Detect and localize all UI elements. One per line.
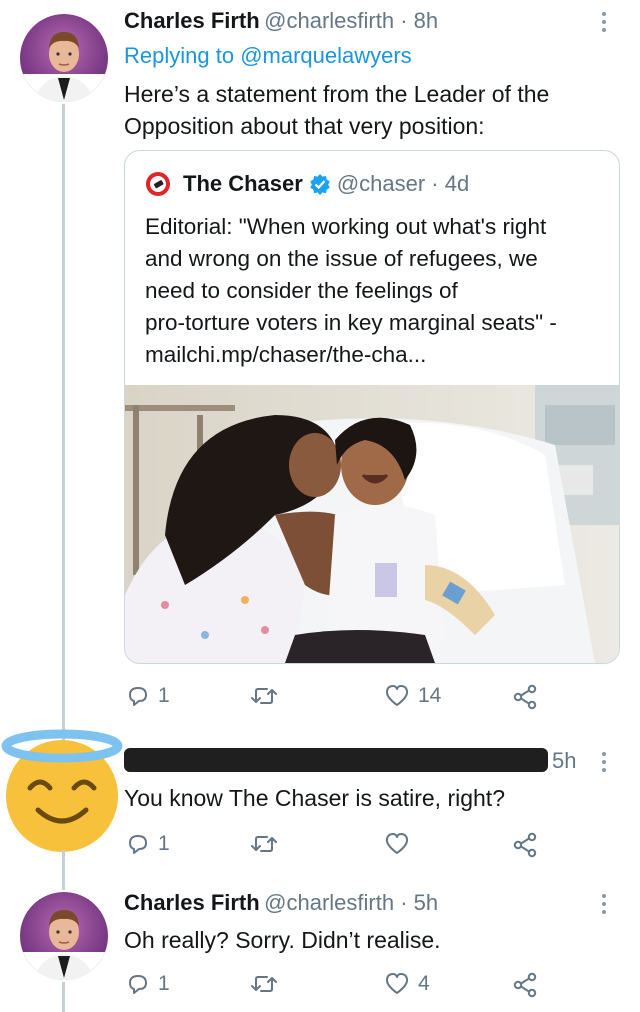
quote-handle-time: @chaser · 4d: [336, 171, 470, 196]
reply-count: 1: [158, 972, 170, 995]
display-name[interactable]: Charles Firth: [124, 8, 260, 33]
quoted-tweet-card[interactable]: The Chaser @chaser · 4d Editorial: "When…: [124, 150, 620, 664]
share-icon: [513, 684, 537, 710]
like-button[interactable]: 14: [384, 684, 441, 708]
like-button[interactable]: 4: [384, 972, 430, 996]
retweet-icon: [251, 976, 277, 992]
reply-icon: [129, 975, 147, 994]
person-portrait-icon: [20, 910, 108, 980]
avatar-charles-firth[interactable]: [20, 14, 108, 102]
replying-to: Replying to @marquelawyers: [124, 43, 412, 69]
retweet-icon: [251, 688, 277, 704]
replying-handle-link[interactable]: @marquelawyers: [240, 43, 412, 68]
tweet3-text: Oh really? Sorry. Didn’t realise.: [124, 927, 441, 953]
share-button[interactable]: [512, 832, 538, 858]
tweet1-header: Charles Firth @charlesfirth · 8h: [124, 8, 438, 34]
heart-icon: [385, 685, 409, 706]
quote-photo[interactable]: [125, 385, 619, 663]
heart-icon: [385, 973, 409, 994]
like-count: 4: [418, 972, 430, 995]
thread-connector-line: [62, 850, 65, 890]
halo-emoji-avatar[interactable]: [0, 728, 124, 857]
quote-text-line: pro-torture voters in key marginal seats…: [145, 310, 557, 335]
share-icon: [513, 832, 537, 858]
share-button[interactable]: [512, 684, 538, 710]
display-name[interactable]: Charles Firth: [124, 890, 260, 915]
reply-button[interactable]: 1: [126, 832, 170, 856]
tweet3-header: Charles Firth @charlesfirth · 5h: [124, 890, 438, 916]
retweet-button[interactable]: [250, 972, 278, 996]
more-icon[interactable]: [602, 12, 606, 32]
halo-emoji-icon: [1, 729, 123, 852]
like-count: 14: [418, 684, 442, 707]
heart-icon: [385, 833, 409, 854]
tweet1-text-line: Here’s a statement from the Leader of th…: [124, 81, 550, 107]
thread-connector-line: [62, 982, 65, 1012]
tweet2-time: 5h: [552, 748, 577, 773]
quote-text-line: Editorial: "When working out what's righ…: [145, 214, 547, 239]
tweet1-text-line: Opposition about that very position:: [124, 113, 485, 139]
more-icon[interactable]: [602, 894, 606, 914]
redacted-username: [124, 748, 548, 772]
chaser-logo-icon: [145, 171, 171, 202]
avatar-charles-firth[interactable]: [20, 892, 108, 980]
retweet-button[interactable]: [250, 684, 286, 708]
retweet-icon: [251, 836, 277, 852]
quote-header: The Chaser @chaser · 4d: [183, 171, 469, 197]
like-button[interactable]: [384, 832, 418, 856]
quote-text-line: and wrong on the issue of refugees, we: [145, 246, 538, 271]
reply-count: 1: [158, 832, 170, 855]
quote-text: Editorial: "When working out what's righ…: [145, 211, 605, 371]
quote-display-name: The Chaser: [183, 171, 303, 196]
retweet-button[interactable]: [250, 832, 278, 856]
handle-time: @charlesfirth · 8h: [264, 8, 439, 33]
tweet2-text: You know The Chaser is satire, right?: [124, 785, 505, 811]
more-icon[interactable]: [602, 752, 606, 772]
handle-time: @charlesfirth · 5h: [264, 890, 439, 915]
person-portrait-icon: [20, 32, 108, 102]
thread-connector-line: [62, 104, 65, 744]
replying-prefix: Replying to: [124, 43, 241, 68]
share-button[interactable]: [512, 972, 538, 998]
quote-link[interactable]: mailchi.mp/chaser/the-cha...: [145, 339, 605, 371]
reply-icon: [129, 835, 147, 854]
share-icon: [513, 972, 537, 998]
reply-icon: [129, 687, 147, 706]
reply-count: 1: [158, 684, 170, 707]
quote-text-line: need to consider the feelings of: [145, 278, 458, 303]
verified-icon: [310, 174, 330, 195]
reply-button[interactable]: 1: [126, 684, 170, 708]
reply-button[interactable]: 1: [126, 972, 170, 996]
tweet1-text: Here’s a statement from the Leader of th…: [124, 78, 624, 142]
